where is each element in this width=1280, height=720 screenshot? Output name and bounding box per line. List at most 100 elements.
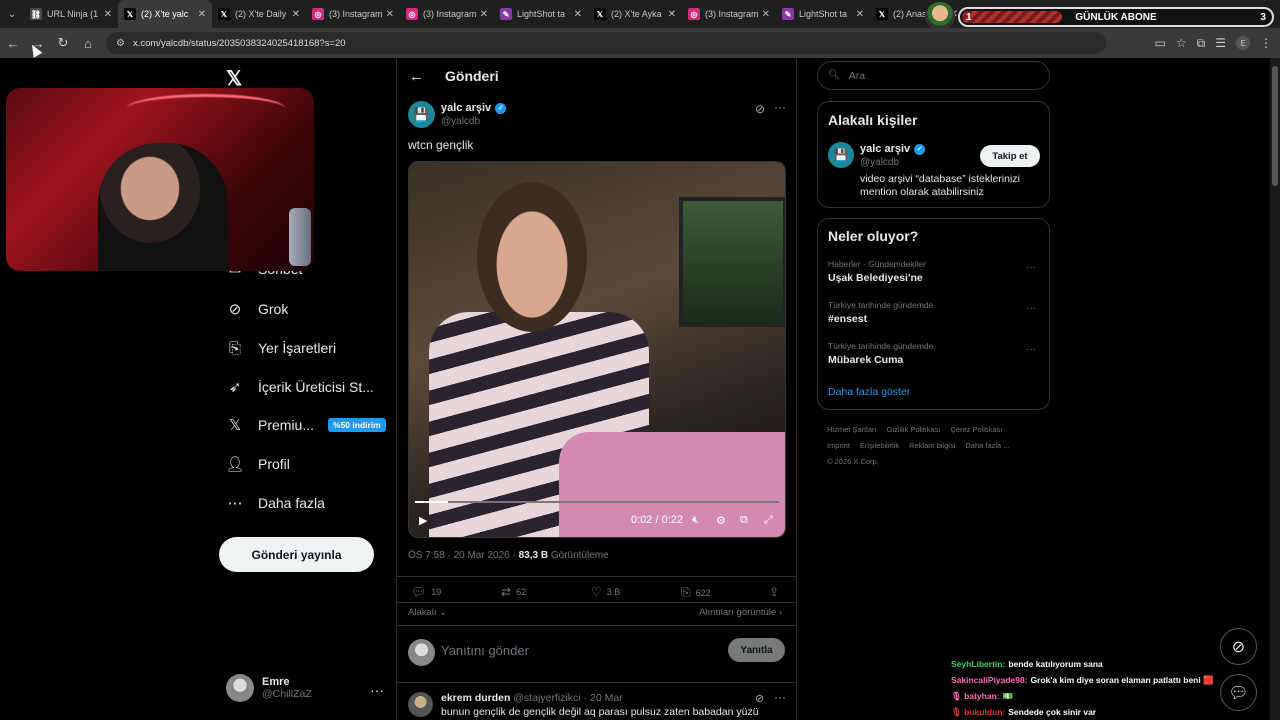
comment-date[interactable]: · 20 Mar: [584, 692, 623, 704]
more-icon[interactable]: ···: [774, 690, 786, 704]
avatar[interactable]: 💾: [828, 142, 854, 168]
author-handle[interactable]: @yalcdb: [441, 116, 480, 127]
show-more-link[interactable]: Daha fazla göster: [828, 386, 910, 398]
scrollbar-thumb[interactable]: [1272, 66, 1278, 186]
follow-button[interactable]: Takip et: [980, 145, 1040, 167]
play-icon[interactable]: ▶: [419, 514, 427, 527]
fullscreen-icon[interactable]: ⤢: [764, 514, 773, 527]
browser-tab[interactable]: 𝕏 (2) X'te Daily ✕: [212, 0, 306, 28]
nav-item[interactable]: ⊘ Grok: [226, 300, 289, 318]
footer-link[interactable]: Daha fazla ...: [965, 441, 1009, 450]
extensions-icon[interactable]: ⧉: [1197, 36, 1206, 51]
star-icon[interactable]: ☆: [1176, 36, 1187, 50]
footer-link[interactable]: Hizmet Şartları: [827, 425, 877, 434]
mute-icon[interactable]: 🔇︎: [692, 514, 699, 527]
author-name[interactable]: yalc arşiv ✓: [441, 102, 507, 114]
view-quotes-link[interactable]: Alıntıları görüntüle ›: [699, 607, 782, 618]
nav-item[interactable]: ⎘ Yer İşaretleri: [226, 339, 336, 357]
page-scrollbar[interactable]: [1270, 58, 1280, 720]
back-arrow-icon[interactable]: ←: [409, 68, 424, 85]
sort-relevant-dropdown[interactable]: Alakalı ⌄: [408, 607, 447, 618]
trend-item[interactable]: Türkiye tarihinde gündemde Mübarek Cuma: [828, 341, 933, 366]
close-icon[interactable]: ✕: [668, 9, 676, 20]
close-icon[interactable]: ✕: [386, 9, 394, 20]
reply-button[interactable]: Yanıtla: [728, 638, 785, 662]
nav-item[interactable]: 👤︎ Profil: [225, 455, 289, 473]
nav-item[interactable]: ➶ İçerik Üreticisi St...: [226, 378, 374, 396]
person-name[interactable]: yalc arşiv ✓: [860, 143, 926, 155]
like-action[interactable]: ♡ 3 B: [591, 585, 620, 599]
share-icon[interactable]: ⇪: [769, 585, 784, 599]
trend-meta: Türkiye tarihinde gündemde: [828, 300, 934, 310]
reply-action[interactable]: 💬︎ 19: [411, 585, 441, 599]
browser-tab[interactable]: ✎ LightShot ta ✕: [494, 0, 588, 28]
heart-icon: ♡: [591, 585, 602, 599]
nav-item-label: Daha fazla: [258, 495, 325, 511]
avatar[interactable]: 💾: [408, 101, 435, 128]
bookmark-action[interactable]: ⎘ 622: [681, 585, 711, 600]
comment-author-name[interactable]: ekrem durden: [441, 692, 510, 704]
browser-menu-icon[interactable]: ⋮: [1260, 36, 1272, 50]
card-title: Neler oluyor?: [828, 228, 919, 244]
reload-icon[interactable]: ↻: [51, 31, 75, 55]
repost-action[interactable]: ⇄ 62: [501, 585, 526, 599]
footer-link[interactable]: Imprint: [827, 441, 850, 450]
post-button[interactable]: Gönderi yayınla: [219, 537, 374, 572]
browser-tab[interactable]: ◎ (3) Instagram ✕: [400, 0, 494, 28]
nav-item[interactable]: 𝕏 Premiu... %50 indirim: [226, 416, 386, 434]
search-input[interactable]: 🔍︎ Ara: [817, 61, 1050, 90]
browser-tab[interactable]: 𝕏 (2) X'te yalc ✕: [118, 0, 212, 28]
browser-tab[interactable]: ⛓ URL Ninja (1 ✕: [24, 0, 118, 28]
browser-tab[interactable]: ◎ (3) Instagram ✕: [682, 0, 776, 28]
grok-icon[interactable]: ⊘: [755, 102, 765, 116]
messages-icon[interactable]: 💬︎: [1220, 674, 1257, 711]
nav-item[interactable]: ⋯ Daha fazla: [226, 494, 325, 512]
footer-link[interactable]: Erişilebilirlik: [860, 441, 899, 450]
browser-tab[interactable]: ◎ (3) Instagram ✕: [306, 0, 400, 28]
reply-count: 19: [431, 587, 442, 597]
close-icon[interactable]: ✕: [762, 9, 770, 20]
home-icon[interactable]: ⌂: [76, 31, 100, 55]
close-icon[interactable]: ✕: [104, 9, 112, 20]
account-switcher[interactable]: Emre @ChillZaZ: [226, 674, 312, 702]
url-field[interactable]: ⚙ x.com/yalcdb/status/203503832402541816…: [106, 32, 1106, 54]
close-icon[interactable]: ✕: [292, 9, 300, 20]
person-handle[interactable]: @yalcdb: [860, 157, 899, 168]
trend-item[interactable]: Haberler · Gündemdekiler Uşak Belediyesi'…: [828, 259, 926, 284]
video-monitor: [679, 197, 785, 327]
settings-gear-icon[interactable]: ⚙: [716, 514, 726, 527]
more-icon[interactable]: ···: [1026, 344, 1036, 355]
more-icon[interactable]: ···: [370, 682, 384, 698]
more-icon[interactable]: ···: [1026, 303, 1036, 314]
cast-icon[interactable]: ▭: [1155, 36, 1166, 50]
more-icon[interactable]: ···: [774, 100, 786, 114]
more-icon[interactable]: ···: [1026, 262, 1036, 273]
site-info-icon[interactable]: ⚙: [116, 38, 125, 49]
video-player[interactable]: ▶ 0:02 / 0:22 🔇︎ ⚙ ⧉ ⤢: [408, 161, 786, 538]
close-icon[interactable]: ✕: [574, 9, 582, 20]
grok-icon[interactable]: ⊘: [1220, 628, 1257, 665]
reply-input[interactable]: Yanıtını gönder: [441, 643, 529, 658]
trend-meta: Haberler · Gündemdekiler: [828, 259, 926, 269]
video-progress-bar[interactable]: [415, 501, 779, 503]
main-column: ← Gönderi 💾 yalc arşiv ✓ @yalcdb ⊘ ··· w…: [396, 58, 797, 720]
back-icon[interactable]: ←: [1, 31, 25, 55]
footer-link[interactable]: Çerez Politikası: [950, 425, 1002, 434]
discount-badge: %50 indirim: [328, 418, 386, 432]
close-icon[interactable]: ✕: [198, 9, 206, 20]
picture-in-picture-icon[interactable]: ⧉: [740, 514, 748, 527]
post-timestamp[interactable]: ÖS 7:58 · 20 Mar 2026 ·: [408, 550, 519, 561]
comment-author-handle[interactable]: @stajyerfizikci: [513, 692, 580, 704]
profile-avatar[interactable]: E: [1236, 36, 1250, 50]
tab-search-chevron-icon[interactable]: ⌄: [0, 0, 24, 28]
footer-link[interactable]: Gizlilik Politikası: [887, 425, 941, 434]
close-icon[interactable]: ✕: [856, 9, 864, 20]
footer-link[interactable]: Reklam bilgisi: [909, 441, 955, 450]
media-control-icon[interactable]: ☰: [1215, 36, 1226, 50]
trend-item[interactable]: Türkiye tarihinde gündemde #ensest: [828, 300, 933, 325]
avatar[interactable]: [408, 692, 433, 717]
close-icon[interactable]: ✕: [480, 9, 488, 20]
browser-tab[interactable]: 𝕏 (2) X'te Ayka ✕: [588, 0, 682, 28]
browser-tab[interactable]: ✎ LightShot ta ✕: [776, 0, 870, 28]
grok-icon[interactable]: ⊘: [755, 692, 764, 705]
